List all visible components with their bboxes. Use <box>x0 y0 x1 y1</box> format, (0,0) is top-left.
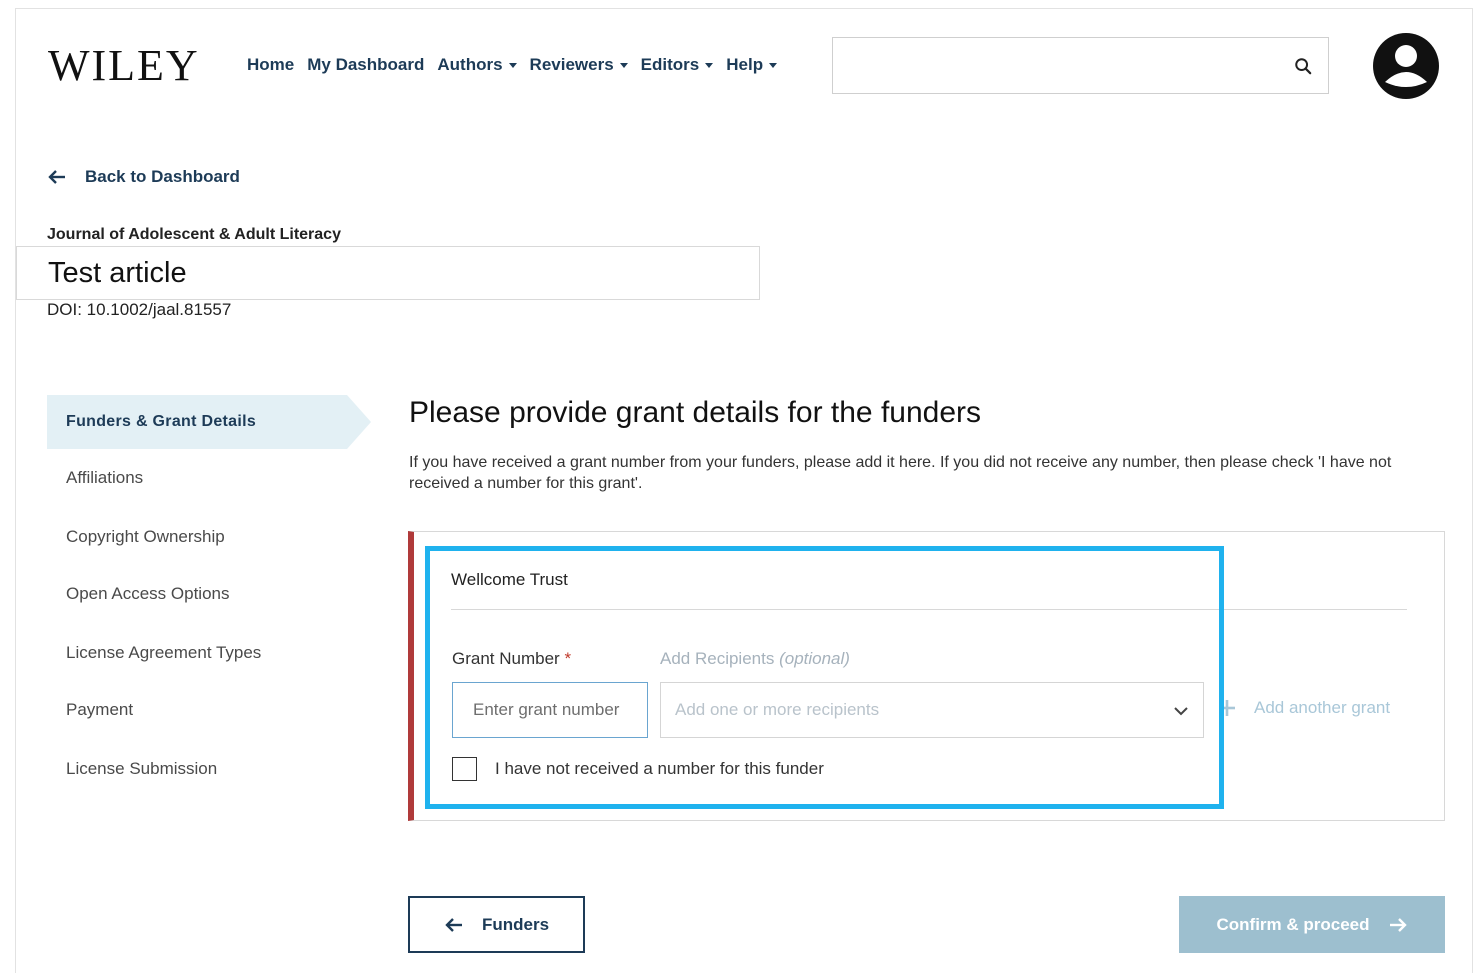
nav-authors[interactable]: Authors <box>437 55 517 75</box>
nav-help[interactable]: Help <box>726 55 778 75</box>
no-number-checkbox[interactable] <box>452 757 477 781</box>
confirm-proceed-label: Confirm & proceed <box>1216 914 1370 934</box>
recipients-placeholder: Add one or more recipients <box>675 700 880 719</box>
required-mark: * <box>564 649 572 668</box>
search-box <box>832 37 1329 94</box>
grant-number-input[interactable] <box>452 682 648 738</box>
recipients-optional-text: (optional) <box>779 649 850 668</box>
sidebar-item-affiliations[interactable]: Affiliations <box>47 468 143 488</box>
arrow-right-icon <box>1389 917 1407 932</box>
confirm-proceed-button[interactable]: Confirm & proceed <box>1179 896 1445 953</box>
user-avatar-icon[interactable] <box>1372 32 1440 100</box>
caret-down-icon <box>705 62 714 68</box>
grant-number-label-text: Grant Number <box>452 649 560 668</box>
funders-back-label: Funders <box>481 914 550 934</box>
search-icon[interactable] <box>1294 57 1312 75</box>
caret-down-icon <box>508 62 517 68</box>
nav-home-label: Home <box>247 55 295 74</box>
recipients-label-text: Add Recipients <box>660 649 775 668</box>
sidebar-item-funders-grant-details[interactable]: Funders & Grant Details <box>47 395 371 449</box>
sidebar-item-license-agreement-types[interactable]: License Agreement Types <box>47 643 261 663</box>
add-another-grant-label: Add another grant <box>1254 698 1391 717</box>
page-heading: Please provide grant details for the fun… <box>409 396 982 429</box>
sidebar-item-license-submission[interactable]: License Submission <box>47 759 217 779</box>
add-another-grant-button[interactable]: Add another grant <box>1218 698 1390 718</box>
sidebar-item-copyright-ownership[interactable]: Copyright Ownership <box>47 527 225 547</box>
article-doi: DOI: 10.1002/jaal.81557 <box>47 300 232 319</box>
recipients-label: Add Recipients (optional) <box>660 649 850 669</box>
arrow-left-icon <box>48 170 65 184</box>
sidebar-item-open-access-options[interactable]: Open Access Options <box>47 584 229 604</box>
wiley-logo[interactable]: WILEY <box>48 40 200 91</box>
step-sidebar: Funders & Grant Details Affiliations Cop… <box>47 395 372 778</box>
nav-reviewers[interactable]: Reviewers <box>530 55 628 75</box>
nav-editors[interactable]: Editors <box>641 55 714 75</box>
funder-divider <box>451 609 1407 610</box>
nav-home[interactable]: Home <box>247 55 294 75</box>
main-nav: Home My Dashboard Authors Reviewers Edit… <box>247 55 778 75</box>
page-description: If you have received a grant number from… <box>409 454 1392 492</box>
recipients-select[interactable]: Add one or more recipients <box>660 682 1204 738</box>
grant-number-label: Grant Number * <box>452 649 571 669</box>
nav-my-dashboard[interactable]: My Dashboard <box>307 55 424 75</box>
nav-my-dashboard-label: My Dashboard <box>307 55 425 74</box>
chevron-down-icon <box>1174 707 1188 716</box>
caret-down-icon <box>619 62 628 68</box>
nav-help-label: Help <box>726 55 764 74</box>
no-number-label[interactable]: I have not received a number for this fu… <box>495 759 824 779</box>
back-to-dashboard-link[interactable]: Back to Dashboard <box>47 167 240 187</box>
search-input[interactable] <box>833 38 1273 93</box>
nav-editors-label: Editors <box>640 55 700 74</box>
plus-icon <box>1219 700 1235 716</box>
funders-back-button[interactable]: Funders <box>408 896 585 953</box>
back-to-dashboard-label: Back to Dashboard <box>85 167 240 186</box>
caret-down-icon <box>769 62 778 68</box>
arrow-left-icon <box>445 917 462 932</box>
journal-name: Journal of Adolescent & Adult Literacy <box>47 226 341 243</box>
nav-reviewers-label: Reviewers <box>529 55 614 74</box>
article-title: Test article <box>16 246 760 300</box>
nav-authors-label: Authors <box>437 55 503 74</box>
sidebar-item-payment[interactable]: Payment <box>47 700 133 720</box>
funder-name: Wellcome Trust <box>451 570 568 589</box>
